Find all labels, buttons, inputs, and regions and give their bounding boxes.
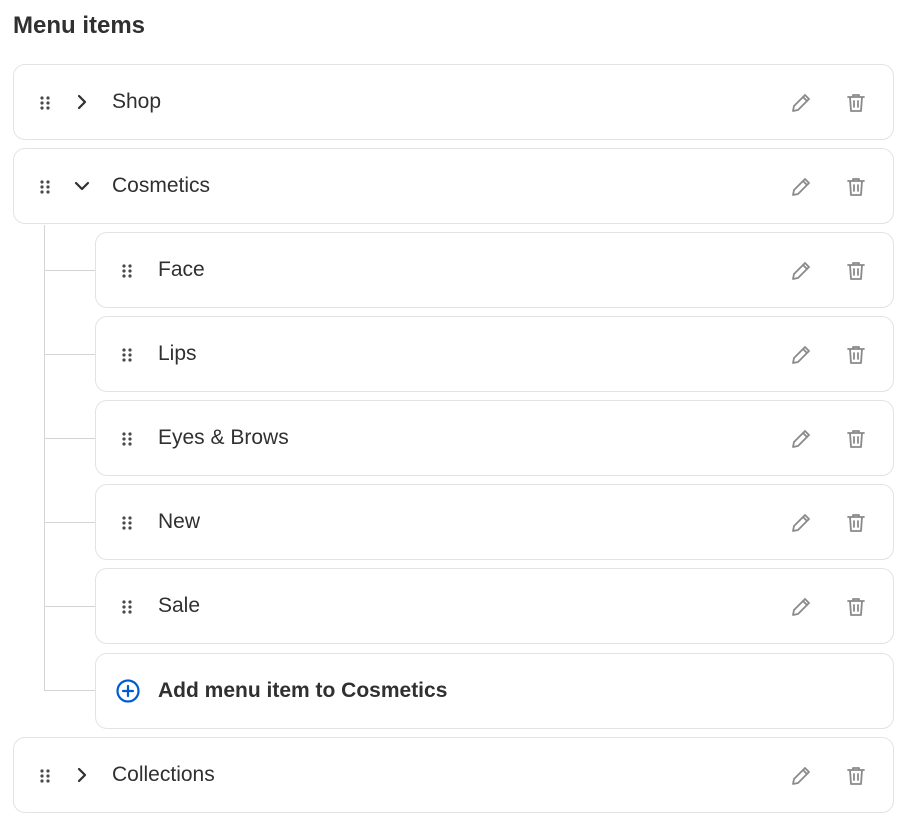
chevron-right-icon[interactable] xyxy=(72,92,92,112)
menu-item-cosmetics[interactable]: Cosmetics xyxy=(13,148,894,224)
tree-connector-branch xyxy=(44,606,96,607)
submenu-item-face[interactable]: Face xyxy=(95,232,894,308)
menu-item-shop[interactable]: Shop xyxy=(13,64,894,140)
drag-handle-icon[interactable] xyxy=(39,95,51,111)
edit-icon[interactable] xyxy=(787,173,815,201)
drag-handle-icon[interactable] xyxy=(121,431,133,447)
drag-handle-icon[interactable] xyxy=(121,515,133,531)
menu-item-label: Lips xyxy=(158,342,197,365)
section-title: Menu items xyxy=(13,12,146,39)
menu-item-collections[interactable]: Collections xyxy=(13,737,894,813)
delete-icon[interactable] xyxy=(842,257,870,285)
edit-icon[interactable] xyxy=(787,257,815,285)
drag-handle-icon[interactable] xyxy=(39,768,51,784)
tree-connector-line xyxy=(44,225,45,691)
submenu-item-lips[interactable]: Lips xyxy=(95,316,894,392)
delete-icon[interactable] xyxy=(842,762,870,790)
tree-connector-branch xyxy=(44,354,96,355)
menu-item-label: Face xyxy=(158,258,205,281)
submenu-item-new[interactable]: New xyxy=(95,484,894,560)
tree-connector-branch xyxy=(44,690,96,691)
drag-handle-icon[interactable] xyxy=(121,347,133,363)
menu-item-label: Shop xyxy=(112,90,162,113)
submenu-item-sale[interactable]: Sale xyxy=(95,568,894,644)
menu-item-label: Sale xyxy=(158,594,201,617)
menu-item-label: Collections xyxy=(112,763,215,786)
add-menu-item-button[interactable]: Add menu item to Cosmetics xyxy=(95,653,894,729)
drag-handle-icon[interactable] xyxy=(121,263,133,279)
drag-handle-icon[interactable] xyxy=(121,599,133,615)
delete-icon[interactable] xyxy=(842,593,870,621)
edit-icon[interactable] xyxy=(787,89,815,117)
edit-icon[interactable] xyxy=(787,425,815,453)
menu-item-label: New xyxy=(158,510,201,533)
menu-item-label: Eyes & Brows xyxy=(158,426,289,449)
tree-connector-branch xyxy=(44,270,96,271)
edit-icon[interactable] xyxy=(787,509,815,537)
delete-icon[interactable] xyxy=(842,509,870,537)
drag-handle-icon[interactable] xyxy=(39,179,51,195)
delete-icon[interactable] xyxy=(842,341,870,369)
chevron-right-icon[interactable] xyxy=(72,765,92,785)
tree-connector-branch xyxy=(44,438,96,439)
tree-connector-branch xyxy=(44,522,96,523)
delete-icon[interactable] xyxy=(842,425,870,453)
menu-item-label: Cosmetics xyxy=(112,174,211,197)
edit-icon[interactable] xyxy=(787,762,815,790)
edit-icon[interactable] xyxy=(787,593,815,621)
edit-icon[interactable] xyxy=(787,341,815,369)
add-menu-item-label: Add menu item to Cosmetics xyxy=(158,679,448,702)
submenu-item-eyes-brows[interactable]: Eyes & Brows xyxy=(95,400,894,476)
add-circle-icon xyxy=(115,678,141,704)
chevron-down-icon[interactable] xyxy=(72,176,92,196)
delete-icon[interactable] xyxy=(842,173,870,201)
delete-icon[interactable] xyxy=(842,89,870,117)
